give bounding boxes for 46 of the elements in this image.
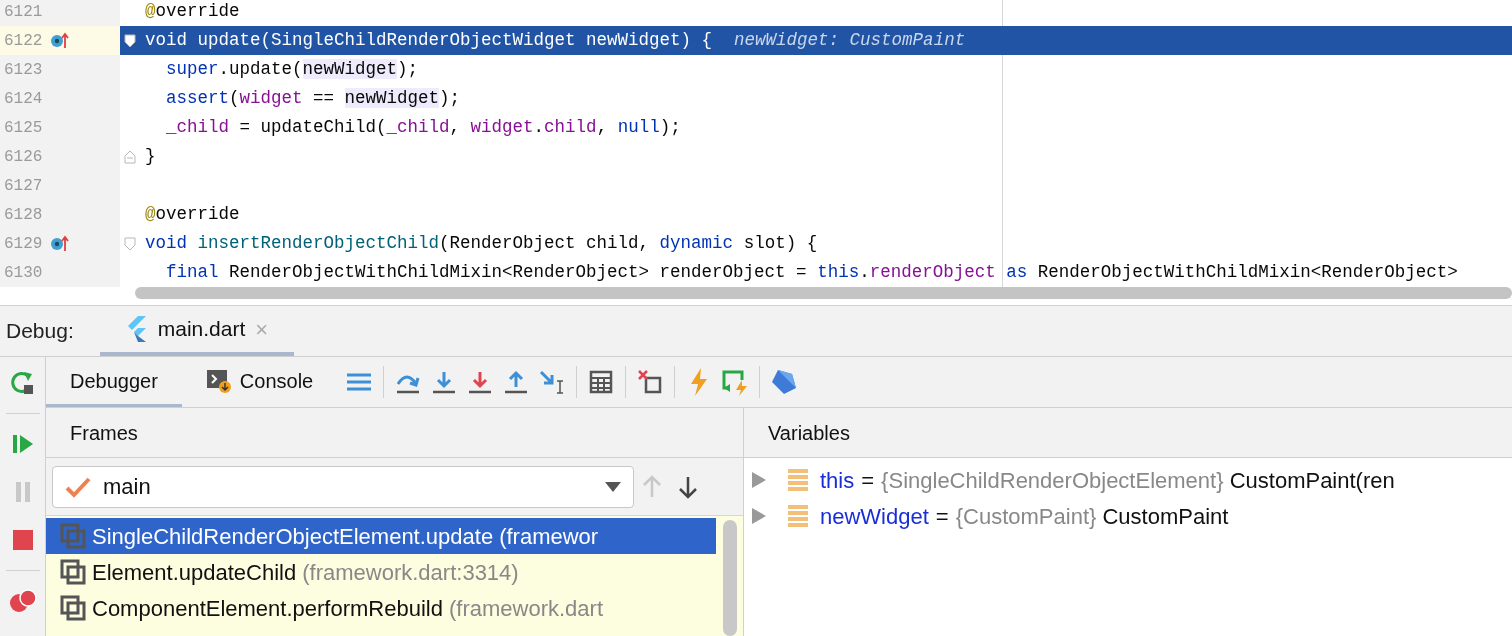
panel-title: Frames xyxy=(70,420,138,446)
file-tab[interactable]: main.dart × xyxy=(99,306,295,356)
scrollbar[interactable] xyxy=(135,287,1512,299)
debugger-tab[interactable]: Debugger xyxy=(46,357,182,407)
variable-row[interactable]: newWidget = {CustomPaint} CustomPaint xyxy=(820,499,1229,533)
code-line: super.update(newWidget); xyxy=(165,58,419,82)
field-icon xyxy=(788,469,808,491)
line-number: 6121 xyxy=(3,1,44,23)
line-number: 6128 xyxy=(3,204,44,226)
frame-icon xyxy=(60,559,86,585)
line-number: 6123 xyxy=(3,59,44,81)
line-number: 6127 xyxy=(3,175,44,197)
frame-icon xyxy=(60,595,86,621)
line-number: 6125 xyxy=(3,117,44,139)
frame-row[interactable]: Element.updateChild (framework.dart:3314) xyxy=(46,554,717,590)
override-icon[interactable] xyxy=(50,234,70,253)
code-line: void insertRenderObjectChild(RenderObject child, dynamic slot) { xyxy=(145,232,818,256)
frame-row[interactable]: ComponentElement.performRebuild (framework.dart xyxy=(46,590,717,626)
panel-title: Variables xyxy=(768,420,850,446)
code-line: void update(SingleChildRenderObjectWidget newWidget) { newWidget: CustomPaint xyxy=(145,29,966,53)
override-icon[interactable] xyxy=(50,31,70,50)
thread-dropdown[interactable]: main xyxy=(52,465,634,508)
debug-label: Debug: xyxy=(6,318,74,345)
line-number: 6124 xyxy=(3,88,44,110)
code-line: @override xyxy=(145,0,240,24)
scrollbar[interactable] xyxy=(722,520,737,636)
field-icon xyxy=(788,505,808,527)
line-number: 6130 xyxy=(3,262,44,284)
code-line: } xyxy=(145,145,156,169)
code-line: _child = updateChild(_child, widget.child, null); xyxy=(165,116,681,140)
code-line: @override xyxy=(145,203,240,227)
check-icon xyxy=(65,475,91,498)
line-number: 6122 xyxy=(3,30,44,52)
variable-row[interactable]: this = {SingleChildRenderObjectElement} CustomPaint(ren xyxy=(820,463,1395,497)
expand-icon[interactable] xyxy=(752,508,766,524)
line-number: 6129 xyxy=(3,233,44,255)
code-line: assert(widget == newWidget); xyxy=(165,87,461,111)
frame-row[interactable]: SingleChildRenderObjectElement.update (framewor xyxy=(46,518,717,554)
debugger-tab[interactable]: Console xyxy=(181,357,338,407)
line-number: 6126 xyxy=(3,146,44,168)
expand-icon[interactable] xyxy=(752,472,766,488)
code-line: final RenderObjectWithChildMixin<RenderObject> renderObject = this.renderObject as RenderObjectWithChildMixin<RenderObject> xyxy=(165,261,1458,285)
console-icon xyxy=(205,367,232,394)
fold-icon[interactable] xyxy=(123,33,136,48)
caret-icon xyxy=(605,481,621,492)
frame-icon xyxy=(60,523,86,549)
